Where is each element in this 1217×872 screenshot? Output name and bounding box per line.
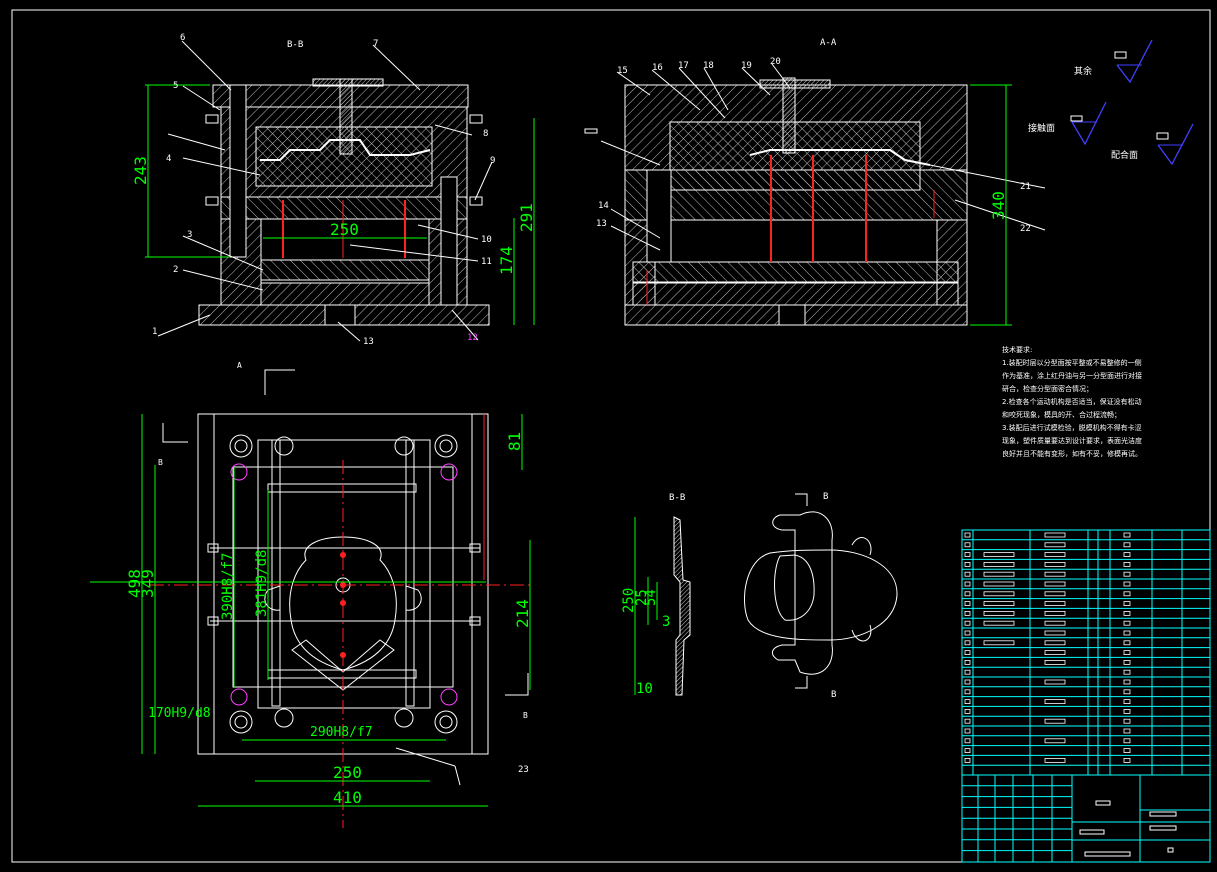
svg-text:B-B: B-B xyxy=(669,493,685,503)
svg-text:2: 2 xyxy=(173,265,178,275)
svg-text:B: B xyxy=(523,711,528,720)
svg-text:15: 15 xyxy=(617,66,628,76)
tech-note-3: 3.装配后进行试模检验，脱模机构不得有卡涩现象，塑件质量要达到设计要求，表面光洁… xyxy=(1002,424,1142,458)
svg-text:11: 11 xyxy=(481,257,492,267)
svg-text:18: 18 xyxy=(703,61,714,71)
dim-250-section: 250 xyxy=(330,220,359,239)
technical-notes: 技术要求: 1.装配时层以分型面按平整或不易整修的一侧作为基准，涂上红丹油与另一… xyxy=(1002,344,1142,461)
svg-text:19: 19 xyxy=(741,61,752,71)
dim-340: 340 xyxy=(989,191,1008,220)
fit-290: 290H8/f7 xyxy=(310,725,373,740)
svg-text:21: 21 xyxy=(1020,182,1031,192)
svg-text:17: 17 xyxy=(678,61,689,71)
svg-text:B: B xyxy=(823,492,828,502)
svg-text:4: 4 xyxy=(166,154,171,164)
parts-list-table xyxy=(961,529,1211,776)
dim-410: 410 xyxy=(333,788,362,807)
roughness-rest: 其余 xyxy=(1074,65,1092,77)
section-bb-label: B-B xyxy=(287,40,303,50)
tech-note-2: 2.检查各个运动机构是否适当，保证没有松动和咬死现象，模具的开、合过程流畅； xyxy=(1002,398,1142,419)
fit-381: 381H9/d8 xyxy=(254,550,270,617)
svg-text:5: 5 xyxy=(173,81,178,91)
title-block xyxy=(961,774,1211,863)
fit-390: 390H8/f7 xyxy=(220,553,236,620)
section-aa-label: A-A xyxy=(820,38,837,48)
svg-text:8: 8 xyxy=(483,129,488,139)
section-aa-view: A-A 340 13 14 15 16 17 18 19 20 21 22 xyxy=(584,38,1046,326)
part-section-view: B-B 250 25 54 3 10 xyxy=(621,493,691,697)
roughness-contact: 接触面 xyxy=(1028,122,1055,134)
plan-view: A B B 498 349 81 214 390H8/f7 381H9/d8 1… xyxy=(90,361,532,828)
dim-250-plan: 250 xyxy=(333,763,362,782)
dim-214: 214 xyxy=(513,599,532,628)
svg-text:20: 20 xyxy=(770,57,781,67)
svg-text:B: B xyxy=(831,690,836,700)
svg-text:16: 16 xyxy=(652,63,663,73)
dim-349: 349 xyxy=(138,569,157,598)
tech-note-1: 1.装配时层以分型面按平整或不易整修的一侧作为基准，涂上红丹油与另一分型面进行对… xyxy=(1002,359,1142,393)
svg-text:10: 10 xyxy=(481,235,492,245)
dim-291: 291 xyxy=(517,203,536,232)
svg-text:22: 22 xyxy=(1020,224,1031,234)
svg-text:1: 1 xyxy=(152,327,157,337)
section-bb-view: B-B 243 291 174 250 1 2 3 4 5 6 7 8 9 10… xyxy=(131,33,536,347)
svg-text:23: 23 xyxy=(518,765,529,775)
svg-text:54: 54 xyxy=(643,589,659,606)
dim-174: 174 xyxy=(497,246,516,275)
svg-text:B: B xyxy=(158,458,163,467)
dim-243: 243 xyxy=(131,156,150,185)
svg-text:12: 12 xyxy=(467,333,478,343)
svg-text:3: 3 xyxy=(187,230,192,240)
svg-text:14: 14 xyxy=(598,201,609,211)
tech-notes-title: 技术要求: xyxy=(1002,346,1033,354)
svg-text:13: 13 xyxy=(363,337,374,347)
roughness-symbols: 其余 接触面 配合面 xyxy=(1028,39,1194,166)
roughness-fit: 配合面 xyxy=(1111,149,1138,161)
dim-81: 81 xyxy=(505,432,524,451)
part-plan-view: B B xyxy=(743,492,898,700)
svg-text:10: 10 xyxy=(636,681,653,697)
svg-text:7: 7 xyxy=(373,39,378,49)
fit-170: 170H9/d8 xyxy=(148,706,211,721)
svg-text:3: 3 xyxy=(662,614,670,630)
svg-text:6: 6 xyxy=(180,33,185,43)
svg-text:A: A xyxy=(237,361,242,370)
svg-text:9: 9 xyxy=(490,156,495,166)
svg-text:13: 13 xyxy=(596,219,607,229)
